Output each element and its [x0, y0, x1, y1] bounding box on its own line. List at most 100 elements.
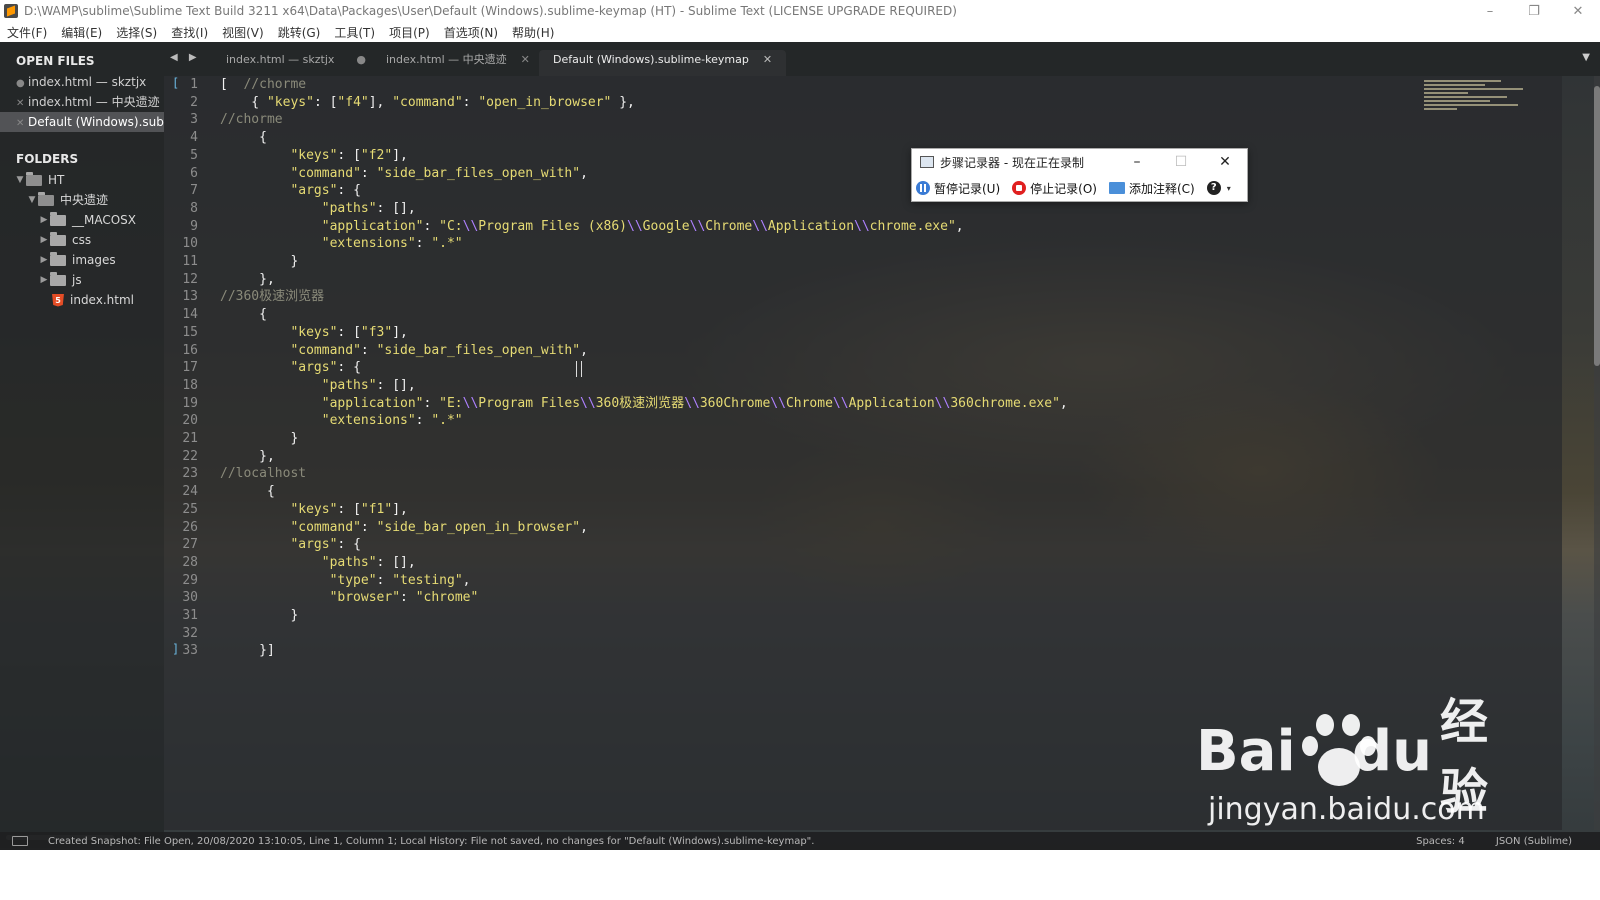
menu-bar: 文件(F) 编辑(E) 选择(S) 查找(I) 视图(V) 跳转(G) 工具(T… — [0, 22, 1600, 42]
help-button[interactable]: ? ▾ — [1203, 176, 1239, 200]
sidebar: OPEN FILES ● index.html — skztjx ✕ index.h… — [0, 42, 164, 848]
scrollbar-thumb[interactable] — [1594, 86, 1600, 366]
close-icon[interactable]: ✕ — [16, 94, 28, 112]
code-line[interactable]: "browser": "chrome" — [220, 589, 479, 607]
unsaved-dot-icon[interactable]: ● — [356, 53, 366, 66]
line-number: 33 — [182, 643, 198, 659]
open-file-item[interactable]: ● index.html — skztjx — [0, 72, 164, 92]
code-line[interactable]: }, — [220, 271, 275, 289]
code-line[interactable]: "paths": [], — [220, 200, 416, 218]
tab-index-skztjx[interactable]: index.html — skztjx ● — [226, 50, 366, 76]
code-line[interactable]: //localhost — [220, 465, 306, 483]
folder-icon — [50, 231, 66, 246]
menu-help[interactable]: 帮助(H) — [505, 24, 561, 41]
menu-goto[interactable]: 跳转(G) — [271, 24, 328, 41]
add-comment-button[interactable]: 添加注释(C) — [1105, 176, 1203, 200]
code-line[interactable]: "keys": ["f2"], — [220, 147, 407, 165]
line-number: 1 — [190, 77, 198, 92]
code-line[interactable]: { — [220, 306, 267, 324]
menu-project[interactable]: 项目(P) — [382, 24, 437, 41]
code-line[interactable]: } — [220, 430, 298, 448]
close-icon[interactable]: ✕ — [16, 114, 28, 132]
open-file-label: index.html — 中央遗迹 — [28, 95, 160, 109]
code-line[interactable]: } — [220, 607, 298, 625]
menu-preferences[interactable]: 首选项(N) — [437, 24, 505, 41]
folder-row-sub[interactable]: ▼ 中央遗迹 — [0, 190, 164, 210]
expand-triangle-icon[interactable]: ▼ — [26, 190, 38, 210]
help-icon: ? — [1206, 181, 1221, 195]
code-line[interactable]: "args": { — [220, 359, 360, 377]
code-line[interactable]: "keys": ["f1"], — [220, 501, 407, 519]
code-line[interactable]: "application": "C:\\Program Files (x86)\… — [220, 218, 964, 236]
code-line[interactable]: { — [220, 483, 275, 501]
code-line[interactable]: }] — [220, 642, 275, 660]
restore-button[interactable]: ❐ — [1512, 0, 1556, 22]
folder-row[interactable]: ▶ js — [0, 270, 164, 290]
folder-row[interactable]: ▶ images — [0, 250, 164, 270]
code-line[interactable]: "paths": [], — [220, 554, 416, 572]
collapse-triangle-icon[interactable]: ▶ — [38, 250, 50, 270]
code-line[interactable]: "extensions": ".*" — [220, 235, 463, 253]
code-line[interactable]: //360极速浏览器 — [220, 288, 324, 306]
code-line[interactable]: "args": { — [220, 182, 360, 200]
tab-keymap-active[interactable]: Default (Windows).sublime-keymap ✕ — [539, 50, 787, 76]
syntax-status[interactable]: JSON (Sublime) — [1496, 836, 1572, 847]
tab-bar: ◀ ▶ index.html — skztjx ● index.html — 中央… — [164, 42, 1600, 76]
collapse-triangle-icon[interactable]: ▶ — [38, 230, 50, 250]
menu-tools[interactable]: 工具(T) — [327, 24, 382, 41]
minimize-button[interactable]: – — [1468, 0, 1512, 22]
menu-view[interactable]: 视图(V) — [215, 24, 271, 41]
file-label: index.html — [70, 293, 134, 307]
code-line[interactable]: [ //chorme — [220, 76, 306, 94]
file-row[interactable]: 5 index.html — [0, 290, 164, 310]
code-line[interactable]: "command": "side_bar_files_open_with", — [220, 165, 587, 183]
menu-file[interactable]: 文件(F) — [0, 24, 54, 41]
close-icon[interactable]: ✕ — [763, 53, 772, 66]
menu-selection[interactable]: 选择(S) — [109, 24, 164, 41]
tab-index-zhongyang[interactable]: index.html — 中央遗迹 ✕ — [386, 50, 530, 76]
tab-menu-icon[interactable]: ▼ — [1582, 52, 1590, 63]
line-number: 29 — [182, 572, 198, 588]
folder-row[interactable]: ▶ __MACOSX — [0, 210, 164, 230]
tab-nav-arrows-icon[interactable]: ◀ ▶ — [170, 52, 201, 63]
open-file-item-active[interactable]: ✕Default (Windows).sublime-keymap — [0, 112, 164, 132]
code-line[interactable]: "application": "E:\\Program Files\\360极速… — [220, 395, 1068, 413]
code-line[interactable]: }, — [220, 448, 275, 466]
code-line[interactable]: "command": "side_bar_open_in_browser", — [220, 519, 587, 537]
pause-record-button[interactable]: 暂停记录(U) — [912, 176, 1008, 200]
code-line[interactable]: } — [220, 253, 298, 271]
unsaved-dot-icon[interactable]: ● — [16, 74, 28, 92]
line-number: 17 — [182, 360, 198, 376]
open-file-item[interactable]: ✕ index.html — 中央遗迹 — [0, 92, 164, 112]
recorder-close-button[interactable]: ✕ — [1203, 154, 1247, 170]
recorder-minimize-button[interactable]: – — [1115, 154, 1159, 170]
menu-find[interactable]: 查找(I) — [164, 24, 215, 41]
minimap[interactable] — [1424, 78, 1534, 138]
folder-row[interactable]: ▶ css — [0, 230, 164, 250]
code-line[interactable]: "type": "testing", — [220, 572, 471, 590]
line-number: 19 — [182, 395, 198, 411]
menu-edit[interactable]: 编辑(E) — [54, 24, 109, 41]
collapse-triangle-icon[interactable]: ▶ — [38, 210, 50, 230]
folder-label: __MACOSX — [72, 213, 137, 227]
stop-record-button[interactable]: 停止记录(O) — [1008, 176, 1105, 200]
code-line[interactable]: "extensions": ".*" — [220, 412, 463, 430]
code-line[interactable]: //chorme — [220, 111, 283, 129]
code-line[interactable]: { — [220, 129, 267, 147]
code-line[interactable]: "keys": ["f3"], — [220, 324, 407, 342]
close-icon[interactable]: ✕ — [521, 53, 530, 66]
code-line[interactable]: "args": { — [220, 536, 360, 554]
code-line[interactable]: { "keys": ["f4"], "command": "open_in_br… — [220, 94, 635, 112]
folder-label: js — [72, 273, 82, 287]
close-window-button[interactable]: ✕ — [1556, 0, 1600, 22]
expand-triangle-icon[interactable]: ▼ — [14, 170, 26, 190]
vertical-scrollbar[interactable] — [1594, 76, 1600, 830]
folder-row-root[interactable]: ▼ HT — [0, 170, 164, 190]
code-line[interactable]: "paths": [], — [220, 377, 416, 395]
line-number: 14 — [182, 307, 198, 323]
panel-toggle-icon[interactable] — [12, 836, 28, 846]
code-line[interactable]: "command": "side_bar_files_open_with", — [220, 342, 587, 360]
line-number: 21 — [182, 431, 198, 446]
collapse-triangle-icon[interactable]: ▶ — [38, 270, 50, 290]
line-number: 24 — [182, 484, 198, 500]
